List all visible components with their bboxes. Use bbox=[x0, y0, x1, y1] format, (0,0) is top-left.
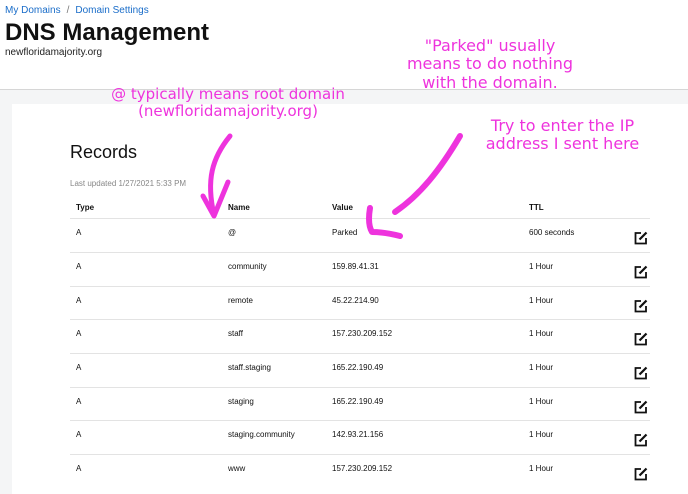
arrow-ip-hint bbox=[392, 133, 463, 215]
arrowhead-root-domain bbox=[200, 179, 231, 219]
annotation-arrows bbox=[200, 133, 463, 239]
